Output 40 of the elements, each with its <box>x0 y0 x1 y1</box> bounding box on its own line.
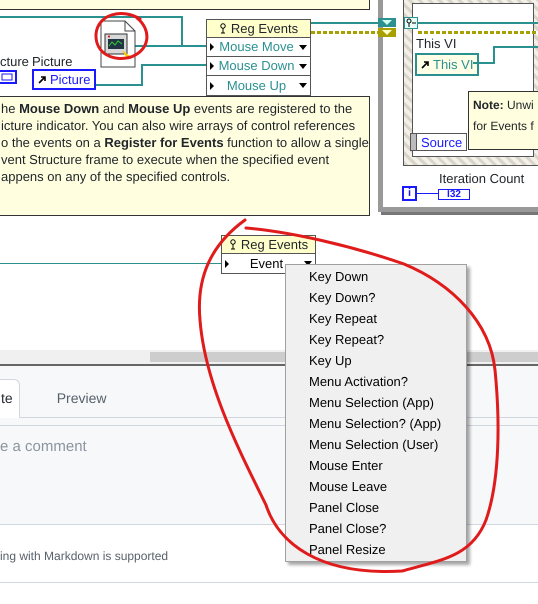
this-vi-label: This VI <box>416 37 456 50</box>
iteration-count-label: Iteration Count <box>439 172 524 185</box>
menu-item[interactable]: Key Repeat? <box>286 329 466 350</box>
node-title: Reg Events <box>230 20 298 38</box>
event-data-node: Source <box>410 133 467 151</box>
menu-item[interactable]: Key Down? <box>286 287 466 308</box>
event-selector[interactable]: Mouse Up <box>207 76 310 95</box>
note-comment: Note: Unwi for Events f <box>468 91 538 150</box>
menu-item[interactable]: Mouse Leave <box>286 476 466 497</box>
node-title: Reg Events <box>240 236 308 254</box>
menu-item[interactable]: Menu Selection (App) <box>286 392 466 413</box>
picture-label: cture <box>0 55 29 68</box>
shift-register-icon <box>378 18 396 37</box>
event-registration-icon <box>404 17 418 29</box>
event-selector[interactable]: Mouse Down <box>207 57 310 76</box>
menu-item[interactable]: Menu Selection (User) <box>286 434 466 455</box>
diagram-comment: he Mouse Down and Mouse Up events are registered to the icture indicator. You can also wire arrays of control references o the events on a Register for Events function to allow a single vent Structure frame to execute when the specified event appens on any of the specified controls. <box>0 96 370 216</box>
picture-label: Picture <box>32 55 72 68</box>
tab[interactable]: Preview <box>42 379 122 417</box>
menu-item[interactable]: Menu Activation? <box>286 371 466 392</box>
event-selector[interactable]: Mouse Move <box>207 38 310 57</box>
this-vi-reference: This VI <box>415 53 480 76</box>
i32-indicator: I32 <box>438 189 470 200</box>
menu-item[interactable]: Mouse Enter <box>286 455 466 476</box>
antenna-icon <box>228 239 237 250</box>
markdown-hint: ing with Markdown is supported <box>0 549 168 563</box>
wire <box>311 31 379 34</box>
menu-item[interactable]: Key Up <box>286 350 466 371</box>
menu-item[interactable]: Panel Resize <box>286 539 466 560</box>
antenna-icon <box>218 23 227 34</box>
menu-item[interactable]: Panel Close <box>286 497 466 518</box>
tab[interactable]: te <box>0 379 20 418</box>
wire <box>311 22 379 24</box>
menu-item[interactable]: Key Repeat <box>286 308 466 329</box>
reference-arrow-icon <box>421 60 430 69</box>
menu-item[interactable]: Key Down <box>286 266 466 287</box>
reference-arrow-icon <box>38 75 47 84</box>
picture-reference: Picture <box>32 69 96 90</box>
vi-file-icon <box>100 20 136 68</box>
iteration-terminal: i <box>402 186 417 201</box>
